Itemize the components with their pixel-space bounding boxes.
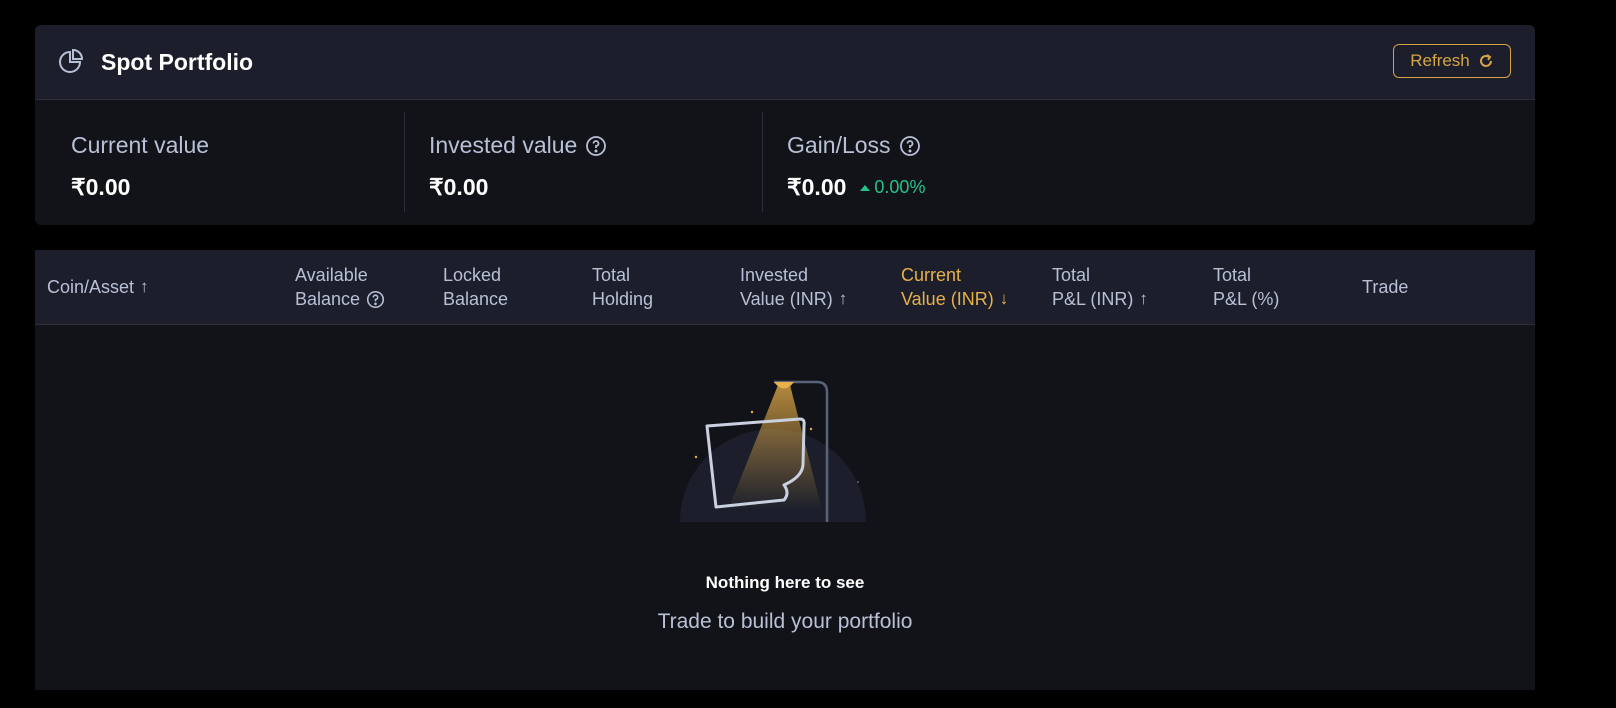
- refresh-icon: [1479, 54, 1492, 67]
- empty-state: Nothing here to see Trade to build your …: [35, 325, 1535, 690]
- stat-gain-loss: Gain/Loss ₹0.00 0.00%: [751, 112, 1120, 212]
- column-label: Total: [1052, 265, 1091, 285]
- stats-row: Current value ₹0.00 Invested value ₹0.00: [35, 112, 1535, 212]
- caret-up-icon: [860, 184, 871, 191]
- stat-label-invested-value: Invested value: [429, 132, 607, 159]
- stat-value-gain-loss: ₹0.00 0.00%: [787, 174, 925, 201]
- sort-arrow-up-icon: ↑: [140, 277, 149, 296]
- column-label: Value (INR): [740, 289, 833, 309]
- column-header-total-holding: Total Holding: [592, 250, 653, 324]
- column-header-locked-balance: Locked Balance: [443, 250, 508, 324]
- column-header-trade: Trade: [1362, 250, 1408, 324]
- stat-current-value: Current value ₹0.00: [35, 112, 404, 212]
- stat-invested-value: Invested value ₹0.00: [393, 112, 762, 212]
- empty-state-title: Nothing here to see: [705, 573, 865, 592]
- column-label: Total: [1213, 265, 1252, 285]
- column-label: Invested: [740, 265, 809, 285]
- column-header-total-pnl-inr[interactable]: Total P&L (INR) ↑: [1052, 250, 1148, 324]
- help-icon[interactable]: [366, 290, 385, 309]
- column-label: Trade: [1362, 277, 1409, 297]
- refresh-label: Refresh: [1410, 51, 1470, 70]
- column-label: Current: [901, 265, 962, 285]
- stat-label-current-value: Current value: [71, 132, 209, 159]
- help-icon[interactable]: [585, 135, 607, 157]
- sort-arrow-down-icon: ↓: [999, 289, 1009, 308]
- column-label: Holding: [592, 289, 654, 309]
- column-header-available-balance: Available Balance: [295, 250, 385, 324]
- stat-label-text: Current value: [71, 132, 210, 158]
- portfolio-summary-card: Spot Portfolio Refresh Current value ₹0.…: [35, 25, 1535, 225]
- sort-arrow-up-icon: ↑: [838, 289, 848, 308]
- column-label: Locked: [443, 265, 502, 285]
- stat-value-invested: ₹0.00: [429, 174, 488, 201]
- column-label: P&L (%): [1213, 289, 1280, 309]
- sort-arrow-up-icon: ↑: [1139, 289, 1148, 308]
- column-header-coin-asset[interactable]: Coin/Asset ↑: [47, 250, 149, 324]
- change-percent: 0.00%: [860, 177, 925, 198]
- table-header: Coin/Asset ↑ Available Balance Locked Ba: [35, 250, 1535, 325]
- column-label: Available: [295, 265, 368, 285]
- column-label: Balance: [443, 289, 509, 309]
- empty-state-subtitle: Trade to build your portfolio: [657, 610, 913, 633]
- column-label: Value (INR): [901, 289, 994, 309]
- column-label: Total: [592, 265, 631, 285]
- change-percent-text: 0.00%: [874, 177, 926, 197]
- column-label: P&L (INR): [1052, 289, 1134, 309]
- column-label: Balance: [295, 289, 361, 309]
- column-header-invested-value[interactable]: Invested Value (INR) ↑: [740, 250, 847, 324]
- holdings-table: Coin/Asset ↑ Available Balance Locked Ba: [35, 250, 1535, 690]
- card-header: Spot Portfolio Refresh: [35, 25, 1535, 100]
- stat-value-text: ₹0.00: [787, 174, 847, 200]
- stat-value-text: ₹0.00: [429, 174, 489, 200]
- refresh-button[interactable]: Refresh: [1393, 44, 1511, 78]
- stat-label-gain-loss: Gain/Loss: [787, 132, 921, 159]
- empty-state-illustration: [680, 380, 866, 522]
- stat-label-text: Invested value: [429, 132, 578, 158]
- stat-label-text: Gain/Loss: [787, 132, 891, 158]
- page-title: Spot Portfolio: [101, 49, 254, 75]
- stat-value-current: ₹0.00: [71, 174, 130, 201]
- help-icon[interactable]: [899, 135, 921, 157]
- column-header-current-value[interactable]: Current Value (INR) ↓: [901, 250, 1008, 324]
- column-header-total-pnl-percent: Total P&L (%): [1213, 250, 1279, 324]
- stat-value-text: ₹0.00: [71, 174, 131, 200]
- pie-chart-icon: [59, 49, 83, 73]
- column-label: Coin/Asset: [47, 277, 135, 297]
